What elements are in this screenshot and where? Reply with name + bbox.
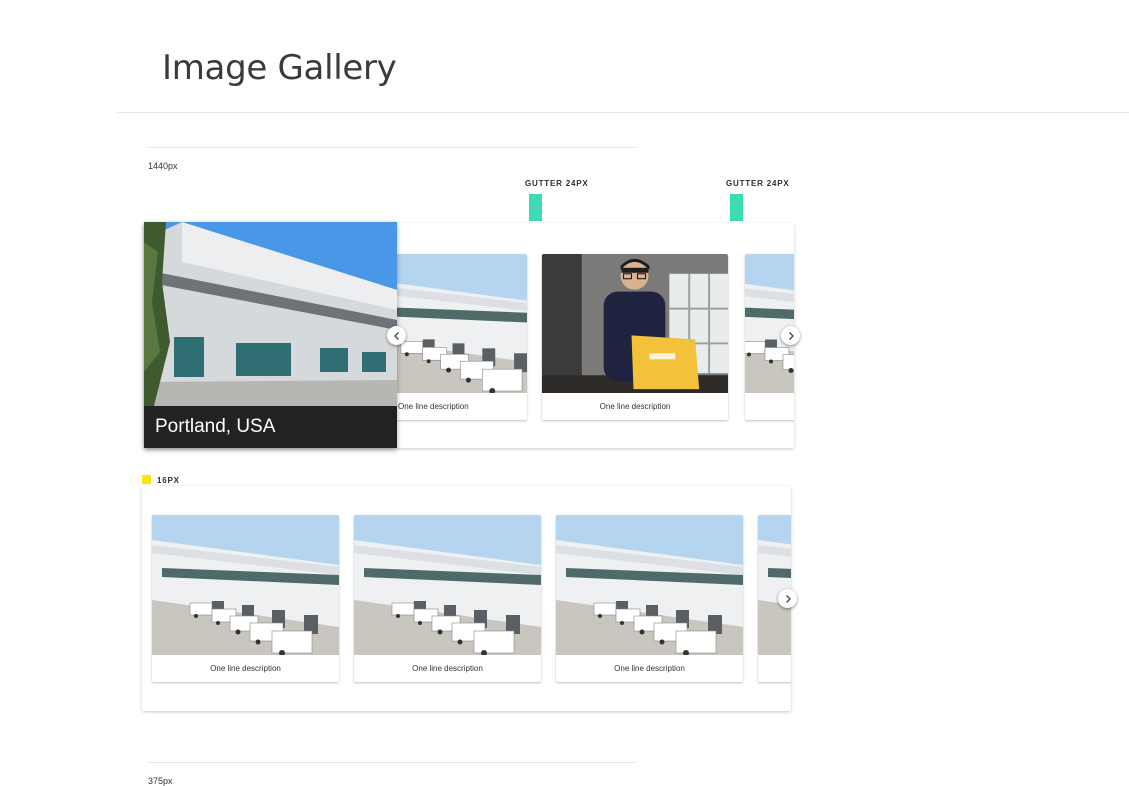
building-image [144, 222, 397, 406]
page-title: Image Gallery [162, 48, 397, 88]
gallery-card[interactable]: One line description [354, 515, 541, 682]
section-divider [147, 762, 636, 763]
gallery-panel-spacing: One line description One line descriptio… [142, 486, 791, 711]
title-divider [117, 112, 1129, 113]
spacing-swatch [142, 475, 151, 484]
card-description [745, 393, 794, 420]
gallery-card[interactable]: One line description [385, 254, 527, 420]
person-with-package-image [542, 254, 728, 393]
warehouse-image [385, 254, 527, 393]
chevron-right-icon [785, 594, 791, 603]
warehouse-image [152, 515, 339, 655]
card-description: One line description [412, 664, 483, 673]
gutter-label-right: GUTTER 24PX [726, 179, 790, 188]
card-description: One line description [614, 664, 685, 673]
card-description: One line description [398, 402, 469, 411]
section-divider [147, 147, 636, 148]
warehouse-image [354, 515, 541, 655]
warehouse-image [758, 515, 791, 655]
hero-caption: Portland, USA [144, 406, 397, 448]
spacing-label: 16PX [157, 476, 180, 485]
gallery-card[interactable]: One line description [152, 515, 339, 682]
gutter-label-left: GUTTER 24PX [525, 179, 589, 188]
prev-button[interactable] [387, 326, 406, 345]
warehouse-image [556, 515, 743, 655]
next-button[interactable] [778, 589, 797, 608]
gallery-card[interactable]: One line description [556, 515, 743, 682]
card-description [758, 655, 791, 682]
gutter-marker-right [730, 194, 743, 221]
chevron-right-icon [788, 331, 794, 340]
gallery-card[interactable]: One line description [542, 254, 728, 420]
gutter-marker-left [529, 194, 542, 221]
hero-image-card[interactable]: Portland, USA [144, 222, 397, 448]
next-button[interactable] [781, 326, 800, 345]
card-description: One line description [210, 664, 281, 673]
chevron-left-icon [393, 331, 399, 340]
card-description: One line description [599, 402, 671, 411]
warehouse-image [745, 254, 794, 393]
breakpoint-label: 1440px [148, 161, 178, 171]
